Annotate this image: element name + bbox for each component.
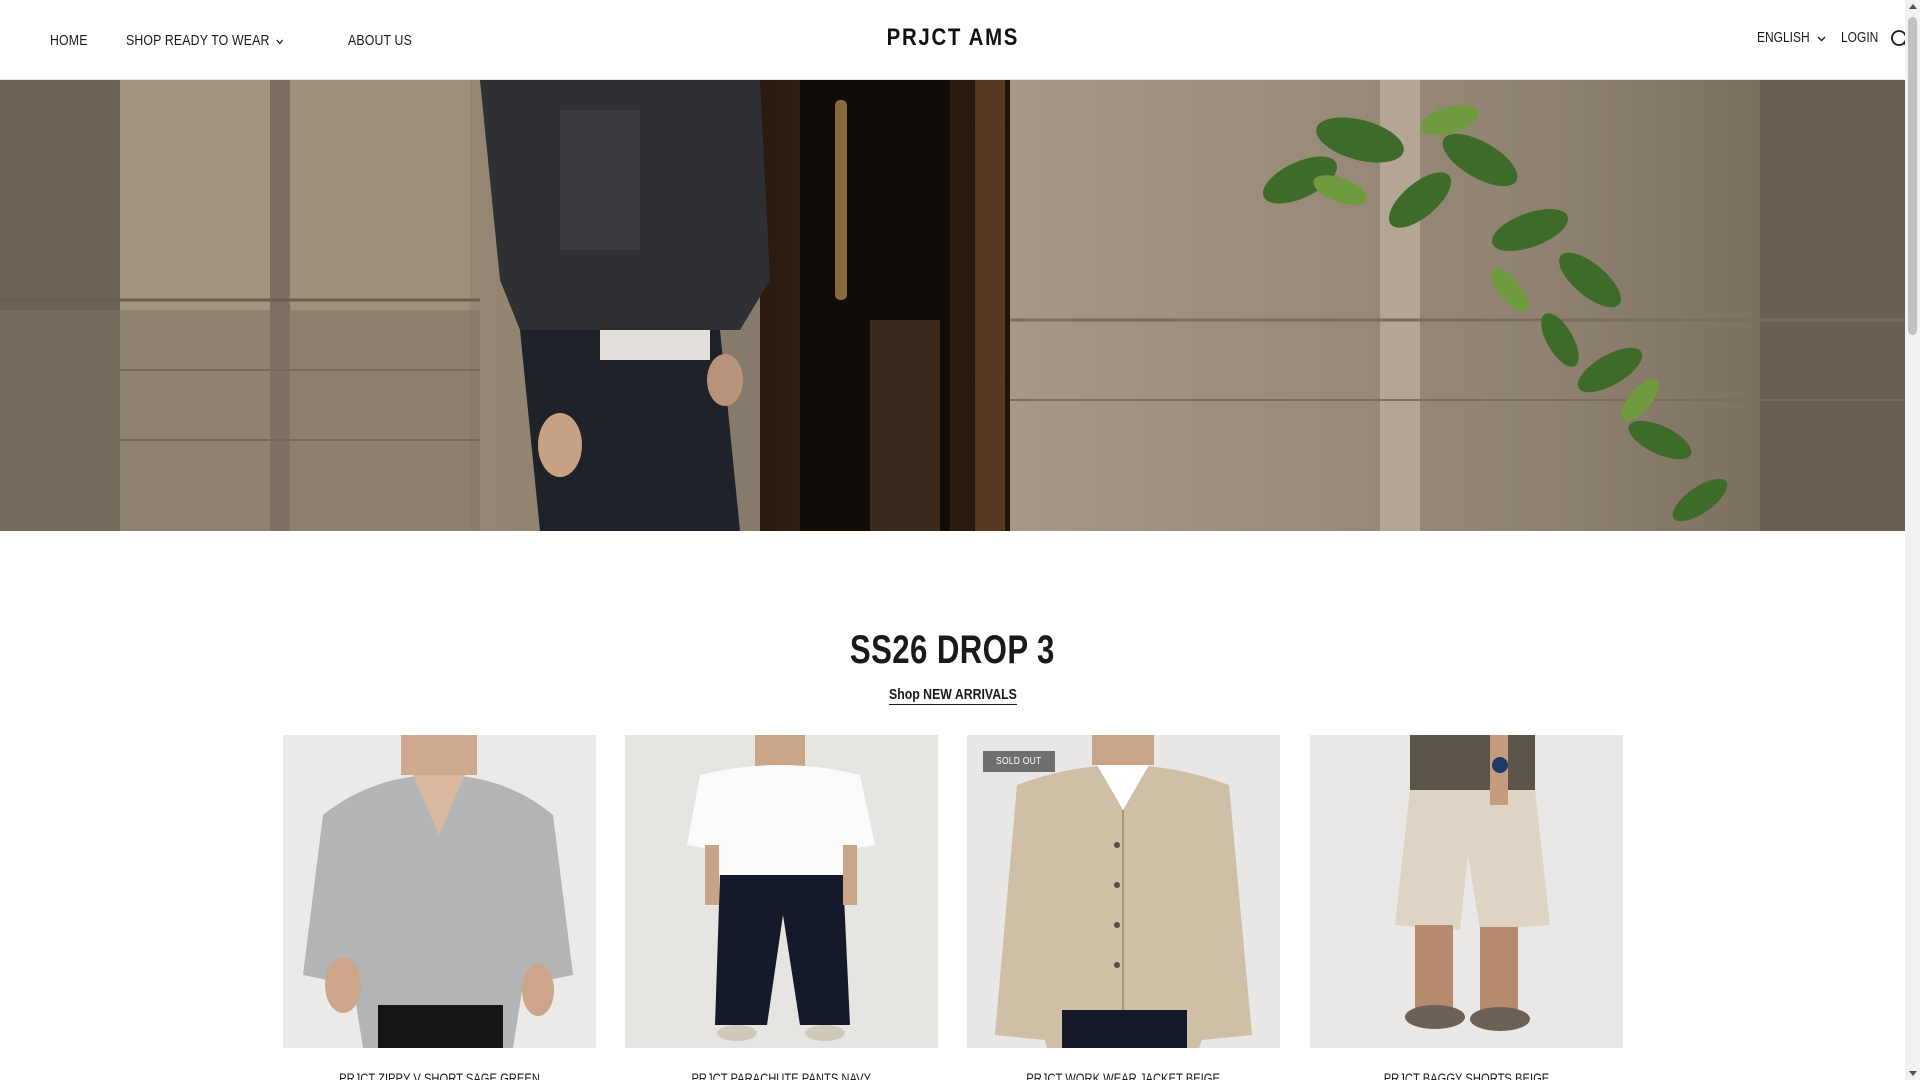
scroll-down-arrow-icon[interactable] (1909, 1071, 1917, 1076)
chevron-down-icon (1817, 29, 1826, 46)
product-title[interactable]: PRJCT WORK WEAR JACKET BEIGE (967, 1070, 1280, 1080)
hero-slideshow[interactable] (0, 80, 1905, 531)
product-card[interactable]: PRJCT BAGGY SHORTS BEIGE (1310, 735, 1623, 1080)
page-scrollbar[interactable] (1905, 0, 1920, 1080)
product-image[interactable] (1310, 735, 1623, 1048)
header-actions: ENGLISH LOGIN 0 (1505, 0, 1911, 80)
collection-title: SS26 DROP 3 (0, 628, 1905, 673)
product-image[interactable] (283, 735, 596, 1048)
badge-text: SOLD OUT (996, 756, 1042, 767)
sold-out-badge: SOLD OUT (983, 751, 1055, 772)
product-card[interactable]: PRJCT ZIPPY V SHORT SAGE GREEN (283, 735, 596, 1080)
hero-image (0, 80, 1905, 531)
scroll-up-arrow-icon[interactable] (1909, 4, 1917, 9)
product-title[interactable]: PRJCT BAGGY SHORTS BEIGE (1310, 1070, 1623, 1080)
product-title[interactable]: PRJCT ZIPPY V SHORT SAGE GREEN (283, 1070, 596, 1080)
product-card[interactable]: PRJCT PARACHUTE PANTS NAVY (625, 735, 938, 1080)
site-header: HOME SHOP READY TO WEAR ABOUT US PRJCT A… (0, 0, 1911, 80)
product-title-text: PRJCT PARACHUTE PANTS NAVY (691, 1070, 872, 1080)
product-image[interactable] (625, 735, 938, 1048)
collection-title-text: SS26 DROP 3 (850, 628, 1055, 672)
product-title-text: PRJCT WORK WEAR JACKET BEIGE (1026, 1070, 1221, 1080)
scroll-thumb[interactable] (1908, 17, 1917, 335)
language-selector[interactable]: ENGLISH (1757, 29, 1826, 46)
product-title-text: PRJCT ZIPPY V SHORT SAGE GREEN (339, 1070, 540, 1080)
product-title-text: PRJCT BAGGY SHORTS BEIGE (1383, 1070, 1550, 1080)
logo-text: PRJCT AMS (886, 24, 1019, 51)
shop-new-arrivals-link[interactable]: Shop NEW ARRIVALS (888, 686, 1017, 705)
product-image[interactable]: SOLD OUT (967, 735, 1280, 1048)
language-label: ENGLISH (1757, 29, 1810, 46)
shop-new-arrivals-wrapper: Shop NEW ARRIVALS (0, 686, 1905, 705)
login-link[interactable]: LOGIN (1841, 29, 1878, 46)
product-card[interactable]: SOLD OUT PRJCT WORK WEAR JACKET BEIGE (967, 735, 1280, 1080)
product-title[interactable]: PRJCT PARACHUTE PANTS NAVY (625, 1070, 938, 1080)
